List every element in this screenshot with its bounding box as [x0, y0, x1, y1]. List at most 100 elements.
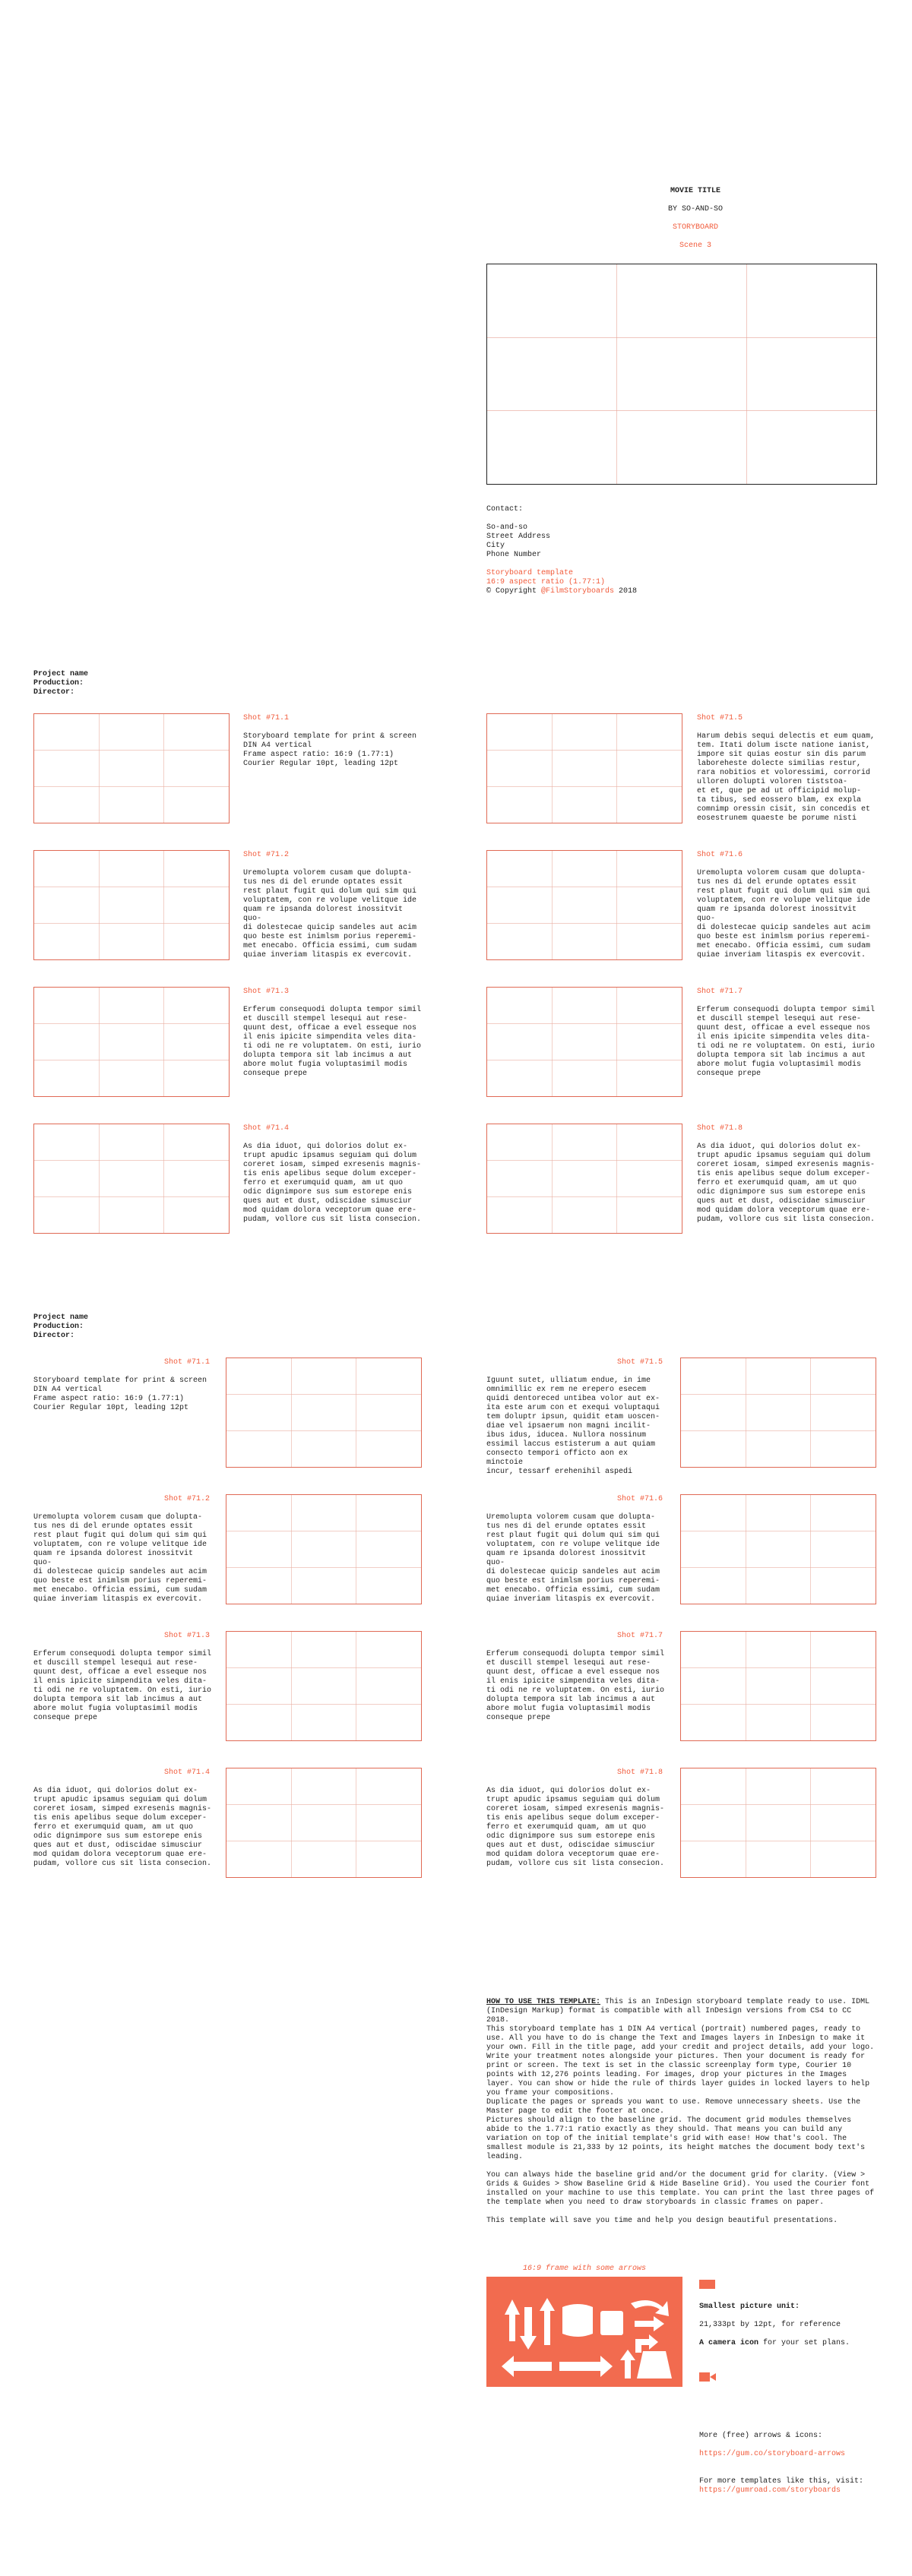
shot-frame [680, 1768, 876, 1878]
shot-label: Shot #71.2 [243, 851, 290, 859]
shot-description: As dia iduot, qui dolorios dolut ex- tru… [243, 1143, 422, 1224]
aspect-line: 16:9 aspect ratio (1.77:1) [486, 578, 606, 586]
frame-caption: 16:9 frame with some arrows [522, 2265, 647, 2273]
thirds-grid [226, 1495, 421, 1604]
right-arrow-icon [559, 2356, 613, 2377]
shot-description: Uremolupta volorem cusam que dolupta- tu… [33, 1513, 207, 1604]
production-label: Production: [33, 1323, 84, 1331]
contact-label: Contact: [486, 505, 524, 514]
shot-description: As dia iduot, qui dolorios dolut ex- tru… [33, 1787, 212, 1868]
more-arrows-label: More (free) arrows & icons: [699, 2432, 823, 2440]
camera-icon [699, 2372, 716, 2382]
shot-label: Shot #71.7 [616, 1632, 663, 1640]
shot-description: Erferum consequodi dolupta tempor simil … [33, 1650, 212, 1722]
template-name: Storyboard template [486, 569, 574, 577]
smallest-unit-value: 21,333pt by 12pt, for reference [699, 2321, 841, 2329]
trapezoid-icon [637, 2351, 672, 2378]
thirds-grid [681, 1358, 876, 1467]
thirds-grid [226, 1632, 421, 1740]
shot-label: Shot #71.5 [697, 714, 743, 722]
shot-label: Shot #71.7 [697, 988, 743, 996]
shot-label: Shot #71.5 [616, 1358, 663, 1367]
shot-label: Shot #71.1 [163, 1358, 210, 1367]
shot-label: Shot #71.1 [243, 714, 290, 722]
shot-description: Uremolupta volorem cusam que dolupta- tu… [697, 869, 871, 959]
curved-arrow-icon [631, 2300, 669, 2316]
thirds-grid [34, 714, 229, 823]
shot-label: Shot #71.6 [697, 851, 743, 859]
shot-description: As dia iduot, qui dolorios dolut ex- tru… [697, 1143, 876, 1224]
camera-text-bold: A camera icon [699, 2339, 759, 2347]
cover-page: MOVIE TITLE BY SO-AND-SO STORYBOARD Scen… [0, 0, 912, 638]
more-templates-link[interactable]: https://gumroad.com/storyboards [699, 2486, 841, 2495]
project-name: Project name [33, 670, 89, 678]
shot-frame [486, 1124, 682, 1234]
copyright-year: 2018 [614, 587, 638, 596]
shot-frame [226, 1631, 422, 1741]
shot-label: Shot #71.2 [163, 1495, 210, 1503]
smallest-unit-swatch [699, 2280, 715, 2289]
by-line: BY SO-AND-SO [667, 205, 723, 213]
shot-label: Shot #71.8 [697, 1124, 743, 1133]
shot-frame [226, 1768, 422, 1878]
camera-text-rest: for your set plans. [758, 2339, 850, 2347]
up-arrow-2-icon [540, 2298, 555, 2345]
shot-description: As dia iduot, qui dolorios dolut ex- tru… [486, 1787, 665, 1868]
shot-label: Shot #71.3 [243, 988, 290, 996]
copyright-owner[interactable]: @FilmStoryboards [541, 587, 614, 596]
howto-p3: Duplicate the pages or spreads you want … [486, 2098, 861, 2116]
howto-block: HOW TO USE THIS TEMPLATE: This is an InD… [486, 1998, 878, 2226]
down-arrow-icon [520, 2307, 537, 2350]
arrow-shapes-svg [502, 2298, 672, 2378]
thirds-grid [226, 1768, 421, 1877]
thirds-grid [487, 1124, 682, 1233]
shot-frame [680, 1631, 876, 1741]
shot-frame [486, 713, 682, 823]
shot-description: Harum debis sequi delectis et eum quam, … [697, 732, 876, 823]
director-label: Director: [33, 1332, 75, 1340]
contact-name: So-and-so [486, 523, 528, 532]
thirds-grid [487, 851, 682, 959]
left-arrow-icon [502, 2356, 552, 2377]
storyboard-label: STORYBOARD [672, 223, 718, 232]
shot-frame [33, 1124, 230, 1234]
thirds-grid [681, 1768, 876, 1877]
howto-p4: Pictures should align to the baseline gr… [486, 2116, 866, 2161]
more-templates-label: For more templates like this, visit: [699, 2477, 864, 2486]
shot-frame [226, 1494, 422, 1604]
shot-description: Uremolupta volorem cusam que dolupta- tu… [243, 869, 417, 959]
director-label: Director: [33, 688, 75, 697]
thirds-grid [487, 714, 682, 823]
shot-label: Shot #71.3 [163, 1632, 210, 1640]
shot-description: Erferum consequodi dolupta tempor simil … [697, 1006, 876, 1078]
shot-description: Storyboard template for print & screen D… [243, 732, 417, 768]
more-arrows-link[interactable]: https://gum.co/storyboard-arrows [699, 2450, 845, 2458]
shot-frame [680, 1494, 876, 1604]
shot-label: Shot #71.4 [163, 1768, 210, 1777]
smallest-unit-label: Smallest picture unit: [699, 2303, 800, 2311]
shot-description: Uremolupta volorem cusam que dolupta- tu… [486, 1513, 660, 1604]
shot-label: Shot #71.8 [616, 1768, 663, 1777]
contact-block: Contact: So-and-so Street Address City P… [486, 505, 637, 596]
shot-frame [486, 987, 682, 1097]
copyright-line: © Copyright @FilmStoryboards 2018 [486, 587, 637, 596]
rotate-cylinder-icon [562, 2304, 593, 2337]
thirds-grid [681, 1495, 876, 1604]
shot-description: Iguunt sutet, ulliatum endue, in ime omn… [486, 1377, 660, 1476]
shot-frame [680, 1358, 876, 1468]
turn-arrow-icon [635, 2334, 658, 2353]
thirds-grid [34, 851, 229, 959]
thirds-grid [487, 264, 876, 484]
shot-frame [33, 850, 230, 960]
thirds-grid [34, 1124, 229, 1233]
cover-frame [486, 264, 877, 485]
howto-p6: This template will save you time and hel… [486, 2217, 838, 2225]
small-right-arrow-icon [635, 2316, 664, 2331]
thirds-grid [34, 988, 229, 1096]
project-name: Project name [33, 1313, 89, 1322]
movie-title: MOVIE TITLE [670, 187, 720, 195]
arrows-panel [486, 2277, 682, 2387]
project-header-p3: Project name Production: Director: [33, 1313, 88, 1341]
shot-label: Shot #71.6 [616, 1495, 663, 1503]
camera-text: A camera icon for your set plans. [699, 2339, 850, 2347]
